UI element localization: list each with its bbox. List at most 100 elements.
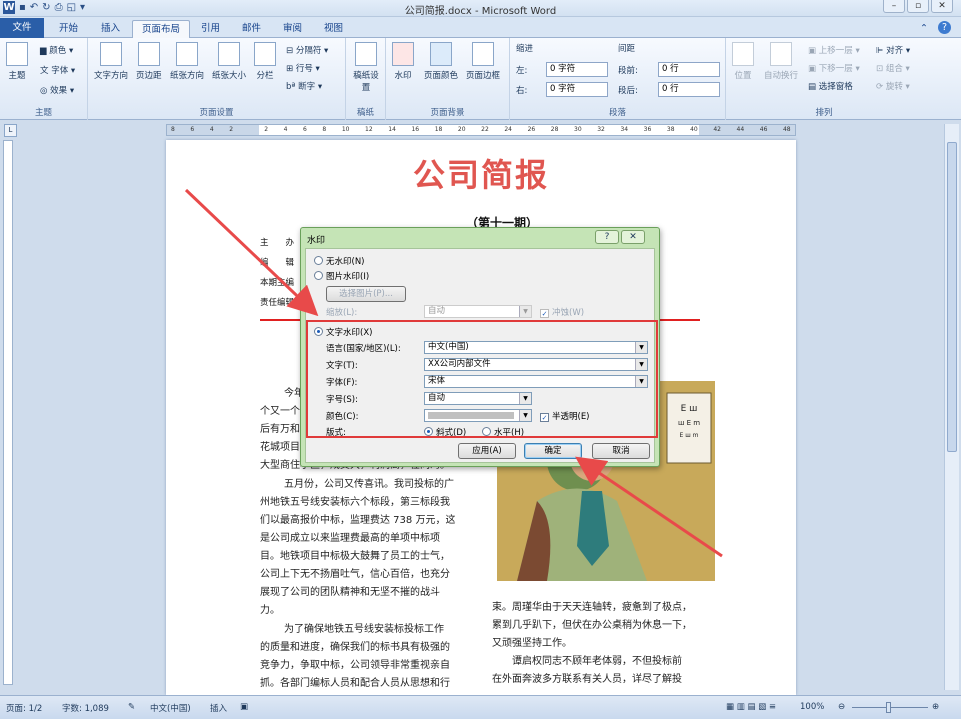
- zoom-in-icon[interactable]: ⊕: [932, 702, 939, 712]
- page-color-button[interactable]: 页面颜色: [424, 42, 458, 81]
- page-count[interactable]: 页面: 1/2: [6, 702, 42, 714]
- body-line: 花城项目: [260, 442, 300, 453]
- align-button[interactable]: ⊫ 对齐 ▾: [876, 44, 910, 56]
- ruler-number: 40: [690, 126, 698, 133]
- spacing-after-field[interactable]: 0 行: [658, 82, 720, 97]
- indent-heading: 缩进: [516, 44, 534, 54]
- zoom-slider-thumb[interactable]: [886, 702, 891, 713]
- window-title: 公司简报.docx - Microsoft Word: [404, 6, 557, 17]
- theme-fonts-button[interactable]: 文 字体 ▾: [40, 64, 75, 76]
- cancel-button[interactable]: 取消: [592, 443, 650, 459]
- rotate-button[interactable]: ⟳ 旋转 ▾: [876, 80, 910, 92]
- radio-icon: [482, 427, 491, 436]
- theme-effects-button[interactable]: ◎ 效果 ▾: [40, 84, 74, 96]
- breaks-button[interactable]: ⊟ 分隔符 ▾: [286, 44, 328, 56]
- zoom-out-icon[interactable]: ⊖: [838, 702, 845, 712]
- scale-select[interactable]: 自动 ▼: [424, 305, 532, 318]
- ribbon-collapse-icon[interactable]: ⌃: [920, 20, 928, 38]
- line-numbers-button[interactable]: ⊞ 行号 ▾: [286, 62, 320, 74]
- body-line: 又顽强坚持工作。: [492, 638, 572, 649]
- page-border-button[interactable]: 页面边框: [466, 42, 500, 81]
- indent-right-field[interactable]: 0 字符: [546, 82, 608, 97]
- hyphenation-button[interactable]: bª 断字 ▾: [286, 80, 322, 92]
- picture-watermark-option[interactable]: 图片水印(I): [314, 270, 369, 282]
- paper-size-button[interactable]: 纸张大小: [212, 42, 246, 81]
- tab-view[interactable]: 视图: [315, 20, 352, 38]
- color-select[interactable]: ▼: [424, 409, 532, 422]
- close-button[interactable]: ✕: [931, 0, 953, 13]
- minimize-button[interactable]: –: [883, 0, 905, 13]
- ok-button[interactable]: 确定: [524, 443, 582, 459]
- maximize-button[interactable]: ▫: [907, 0, 929, 13]
- washout-checkbox[interactable]: ✓ 冲蚀(W): [540, 306, 584, 318]
- page-color-icon: [430, 42, 452, 66]
- position-button[interactable]: 位置: [732, 42, 754, 81]
- language-select[interactable]: 中文(中国) ▼: [424, 341, 648, 354]
- horizontal-option[interactable]: 水平(H): [482, 426, 524, 438]
- ruler-number: 8: [171, 126, 175, 133]
- group-button[interactable]: ⊡ 组合 ▾: [876, 62, 910, 74]
- help-icon[interactable]: ?: [938, 21, 951, 34]
- body-line: 为了确保地铁五号线安装标投标工作: [284, 624, 444, 635]
- bring-forward-button[interactable]: ▣ 上移一层 ▾: [808, 44, 860, 56]
- indent-left-field[interactable]: 0 字符: [546, 62, 608, 77]
- body-line: 竞争力，争取中标，公司领导非常重视亲自: [260, 660, 450, 671]
- dropdown-arrow-icon: ▼: [519, 393, 531, 404]
- radio-selected-icon: [314, 327, 323, 336]
- tab-selector[interactable]: L: [4, 124, 17, 137]
- tab-mailings[interactable]: 邮件: [233, 20, 270, 38]
- svg-text:ш E m: ш E m: [678, 419, 700, 427]
- dropdown-arrow-icon: ▼: [519, 306, 531, 317]
- ruler-number: 16: [411, 126, 420, 133]
- dialog-close-button[interactable]: ✕: [621, 230, 645, 244]
- scrollbar-thumb[interactable]: [947, 142, 957, 452]
- meta-line: 责任编辑: [260, 298, 295, 308]
- text-direction-button[interactable]: 文字方向: [94, 42, 128, 81]
- watermark-text-combo[interactable]: XX公司内部文件 ▼: [424, 358, 648, 371]
- dialog-help-button[interactable]: ?: [595, 230, 619, 244]
- theme-colors-button[interactable]: ▆ 颜色 ▾: [40, 44, 73, 56]
- apply-button[interactable]: 应用(A): [458, 443, 516, 459]
- dropdown-arrow-icon: ▼: [635, 359, 647, 370]
- tab-home[interactable]: 开始: [50, 20, 87, 38]
- theme-icon: [6, 42, 28, 66]
- tab-page-layout[interactable]: 页面布局: [132, 20, 191, 38]
- macro-icon[interactable]: ▣: [240, 702, 248, 712]
- title-bar: W ▪ ↶ ↻ ⎙ ◱ ▾ 公司简报.docx - Microsoft Word…: [0, 0, 961, 17]
- columns-button[interactable]: 分栏: [254, 42, 276, 81]
- horizontal-ruler[interactable]: 8 6 4 2 2 4 6 8 10 12 14 16 18 20 22 24 26 28 30 32 34 36 38 40…: [166, 124, 796, 136]
- send-backward-button[interactable]: ▣ 下移一层 ▾: [808, 62, 860, 74]
- size-select[interactable]: 自动 ▼: [424, 392, 532, 405]
- font-select[interactable]: 宋体 ▼: [424, 375, 648, 388]
- diagonal-option[interactable]: 斜式(D): [424, 426, 466, 438]
- word-count[interactable]: 字数: 1,089: [62, 702, 109, 714]
- tab-file[interactable]: 文件: [0, 18, 44, 38]
- select-picture-button[interactable]: 选择图片(P)...: [326, 286, 406, 302]
- zoom-level[interactable]: 100%: [800, 702, 824, 712]
- draft-settings-button[interactable]: 稿纸设置: [352, 42, 380, 93]
- language-status[interactable]: 中文(中国): [150, 702, 191, 714]
- proofing-icon[interactable]: ✎: [128, 702, 135, 712]
- theme-button[interactable]: 主题: [6, 42, 28, 81]
- semitransparent-checkbox[interactable]: ✓ 半透明(E): [540, 410, 590, 422]
- vertical-ruler[interactable]: [3, 140, 13, 685]
- spacing-before-field[interactable]: 0 行: [658, 62, 720, 77]
- ruler-number: 36: [643, 126, 652, 133]
- text-direction-icon: [100, 42, 122, 66]
- tab-references[interactable]: 引用: [192, 20, 229, 38]
- tab-review[interactable]: 审阅: [274, 20, 311, 38]
- margins-button[interactable]: 页边距: [136, 42, 162, 81]
- orientation-button[interactable]: 纸张方向: [170, 42, 204, 81]
- draft-icon: [355, 42, 377, 66]
- ruler-number: 8: [322, 126, 327, 133]
- selection-pane-button[interactable]: ▤ 选择窗格: [808, 80, 853, 92]
- vertical-scrollbar[interactable]: [944, 124, 959, 690]
- no-watermark-option[interactable]: 无水印(N): [314, 255, 365, 267]
- dialog-body: 无水印(N) 图片水印(I) 选择图片(P)... 缩放(L): 自动 ▼ ✓ 冲蚀…: [305, 248, 658, 463]
- text-watermark-option[interactable]: 文字水印(X): [314, 326, 372, 338]
- view-buttons[interactable]: ▦ ▥ ▤ ▧ ≡: [726, 702, 776, 712]
- insert-mode[interactable]: 插入: [210, 702, 227, 714]
- watermark-button[interactable]: 水印: [392, 42, 414, 81]
- wrap-text-button[interactable]: 自动换行: [764, 42, 798, 81]
- tab-insert[interactable]: 插入: [92, 20, 129, 38]
